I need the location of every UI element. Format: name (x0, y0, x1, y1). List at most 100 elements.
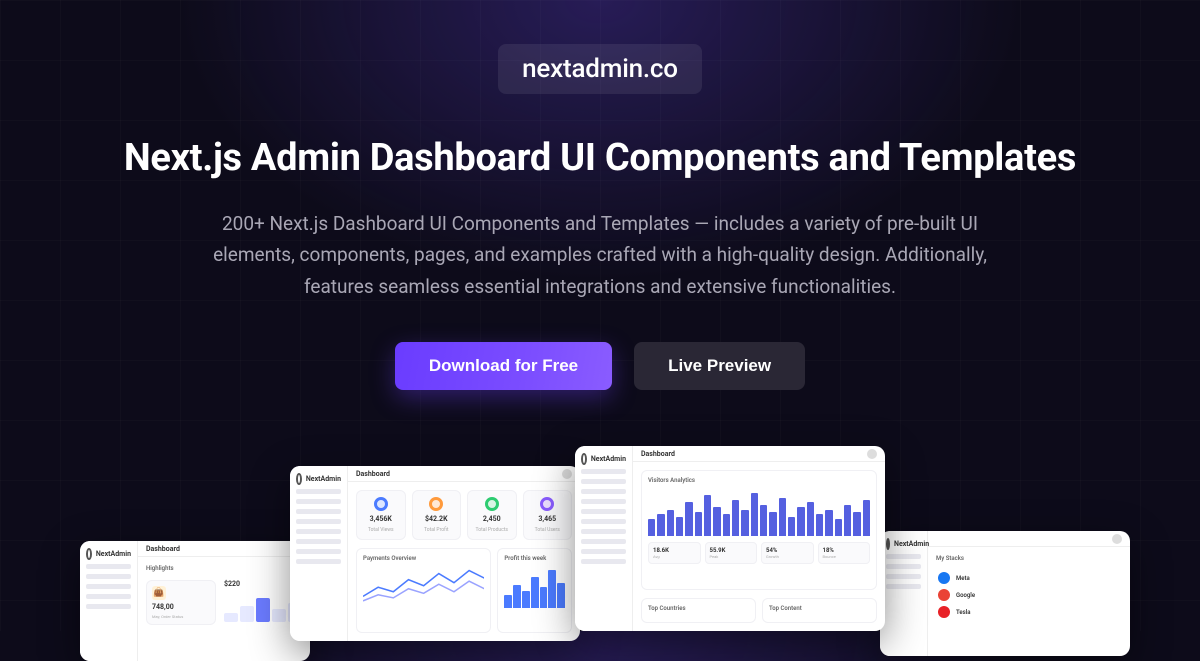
preview-title: Dashboard (641, 450, 675, 458)
analytics-panel: Visitors Analytics (641, 470, 877, 590)
brand-badge: nextadmin.co (498, 44, 702, 94)
cta-row: Download for Free Live Preview (395, 342, 805, 390)
preview-body: My Stacks Meta Google (928, 547, 1130, 656)
hero-section: nextadmin.co Next.js Admin Dashboard UI … (0, 0, 1200, 390)
highlight-sub: May, Order Status (152, 614, 210, 619)
avatar-icon (562, 469, 572, 479)
stat-value: $42.2K (425, 515, 448, 523)
hero-title: Next.js Admin Dashboard UI Components an… (124, 136, 1076, 180)
stat-card: 3,456K Total Views (356, 490, 406, 540)
download-button-label: Download for Free (429, 356, 578, 375)
preview-body: Visitors Analytics (633, 462, 885, 631)
brand-dot-icon (938, 589, 950, 601)
kpi-label: Peak (710, 554, 753, 559)
preview-main: Dashboard Visitors Analytics (633, 446, 885, 631)
preview-topbar: Dashboard (633, 446, 885, 462)
live-preview-button-label: Live Preview (668, 356, 771, 375)
panel-title: My Stacks (936, 555, 1122, 562)
kpi-card: 54% Growth (761, 542, 814, 564)
preview-title: Dashboard (146, 545, 180, 553)
kpi-row: 18.6K Avg 55.9K Peak 54% Growth 18% (648, 542, 870, 564)
panel-title: Profit this week (504, 555, 565, 562)
stat-label: Total Users (535, 527, 560, 533)
preview-shot-3: NextAdmin Dashboard Visitors Analytics (575, 446, 885, 631)
bar-chart-panel: Profit this week (497, 548, 572, 633)
preview-topbar: Dashboard (138, 541, 310, 557)
avatar-icon (867, 449, 877, 459)
preview-main: Dashboard 3,456K Total Views $42.2K Tota… (348, 466, 580, 641)
kpi-value: 55.9K (710, 547, 753, 554)
brand-name: Google (956, 592, 975, 599)
stat-value: 2,450 (483, 515, 501, 523)
avatar-icon (1112, 534, 1122, 544)
nav-line (86, 594, 131, 599)
section-title: Highlights (146, 565, 302, 572)
stat-icon (429, 497, 443, 511)
stat-label: Total Views (368, 527, 394, 533)
kpi-label: Bounce (823, 554, 866, 559)
stat-card: 2,450 Total Products (467, 490, 517, 540)
kpi-card: 18.6K Avg (648, 542, 701, 564)
preview-sidebar: NextAdmin (80, 541, 138, 661)
kpi-value: 18.6K (653, 547, 696, 554)
top-content-panel: Top Content (762, 598, 877, 623)
preview-title: Dashboard (356, 470, 390, 478)
bag-icon: 👜 (152, 586, 166, 600)
avatar-icon (292, 544, 302, 554)
nav-line (86, 574, 131, 579)
panel-title: Payments Overview (363, 555, 484, 562)
stat-label: Total Profit (424, 527, 448, 533)
stat-value: 3,456K (370, 515, 392, 523)
stat-card: $42.2K Total Profit (412, 490, 462, 540)
two-column-row: Top Countries Top Content (641, 598, 877, 623)
stat-icon (540, 497, 554, 511)
preview-main: Dashboard Highlights 👜 748,00 May, Order… (138, 541, 310, 661)
kpi-card: 55.9K Peak (705, 542, 758, 564)
bar-chart-icon (504, 566, 565, 608)
download-button[interactable]: Download for Free (395, 342, 612, 390)
bar-chart-icon (648, 488, 870, 536)
stat-card: 3,465 Total Users (523, 490, 573, 540)
brand-dot-icon (938, 572, 950, 584)
preview-shot-2: NextAdmin Dashboard 3,456K Total Views (290, 466, 580, 641)
brand-name: Tesla (956, 609, 971, 616)
list-item: Google (938, 589, 1120, 601)
preview-shot-1: NextAdmin Dashboard Highlights 👜 748,00 … (80, 541, 310, 661)
panel-title: Top Content (769, 605, 870, 612)
preview-brand: NextAdmin (886, 539, 921, 549)
list-item: Tesla (938, 606, 1120, 618)
brand-name: Meta (956, 575, 970, 582)
highlight-value: 748,00 (152, 603, 210, 611)
line-chart-panel: Payments Overview (356, 548, 491, 633)
preview-body: Highlights 👜 748,00 May, Order Status $2… (138, 557, 310, 661)
preview-main: My Stacks Meta Google (928, 531, 1130, 656)
live-preview-button[interactable]: Live Preview (634, 342, 805, 390)
stacks-list: Meta Google Tesla (936, 570, 1122, 620)
brand-dot-icon (938, 606, 950, 618)
preview-screenshots: NextAdmin Dashboard Highlights 👜 748,00 … (0, 421, 1200, 641)
preview-sidebar: NextAdmin (290, 466, 348, 641)
preview-brand: NextAdmin (296, 474, 341, 484)
nav-line (86, 584, 131, 589)
list-item: Meta (938, 572, 1120, 584)
kpi-value: 18% (823, 547, 866, 554)
preview-brand: NextAdmin (581, 454, 626, 464)
panel-title: Top Countries (648, 605, 749, 612)
brand-badge-text: nextadmin.co (522, 54, 678, 84)
kpi-value: 54% (766, 547, 809, 554)
kpi-label: Growth (766, 554, 809, 559)
highlight-card: 👜 748,00 May, Order Status (146, 580, 216, 625)
top-countries-panel: Top Countries (641, 598, 756, 623)
preview-topbar (928, 531, 1130, 547)
stat-label: Total Products (476, 527, 508, 533)
panel-title: Visitors Analytics (648, 477, 870, 484)
hero-subtitle: 200+ Next.js Dashboard UI Components and… (180, 208, 1020, 302)
stat-value: 3,465 (538, 515, 556, 523)
nav-line (86, 564, 131, 569)
preview-body: 3,456K Total Views $42.2K Total Profit 2… (348, 482, 580, 641)
preview-brand: NextAdmin (86, 549, 131, 559)
stats-row: 3,456K Total Views $42.2K Total Profit 2… (356, 490, 572, 540)
preview-sidebar: NextAdmin (575, 446, 633, 631)
stat-icon (485, 497, 499, 511)
kpi-label: Avg (653, 554, 696, 559)
